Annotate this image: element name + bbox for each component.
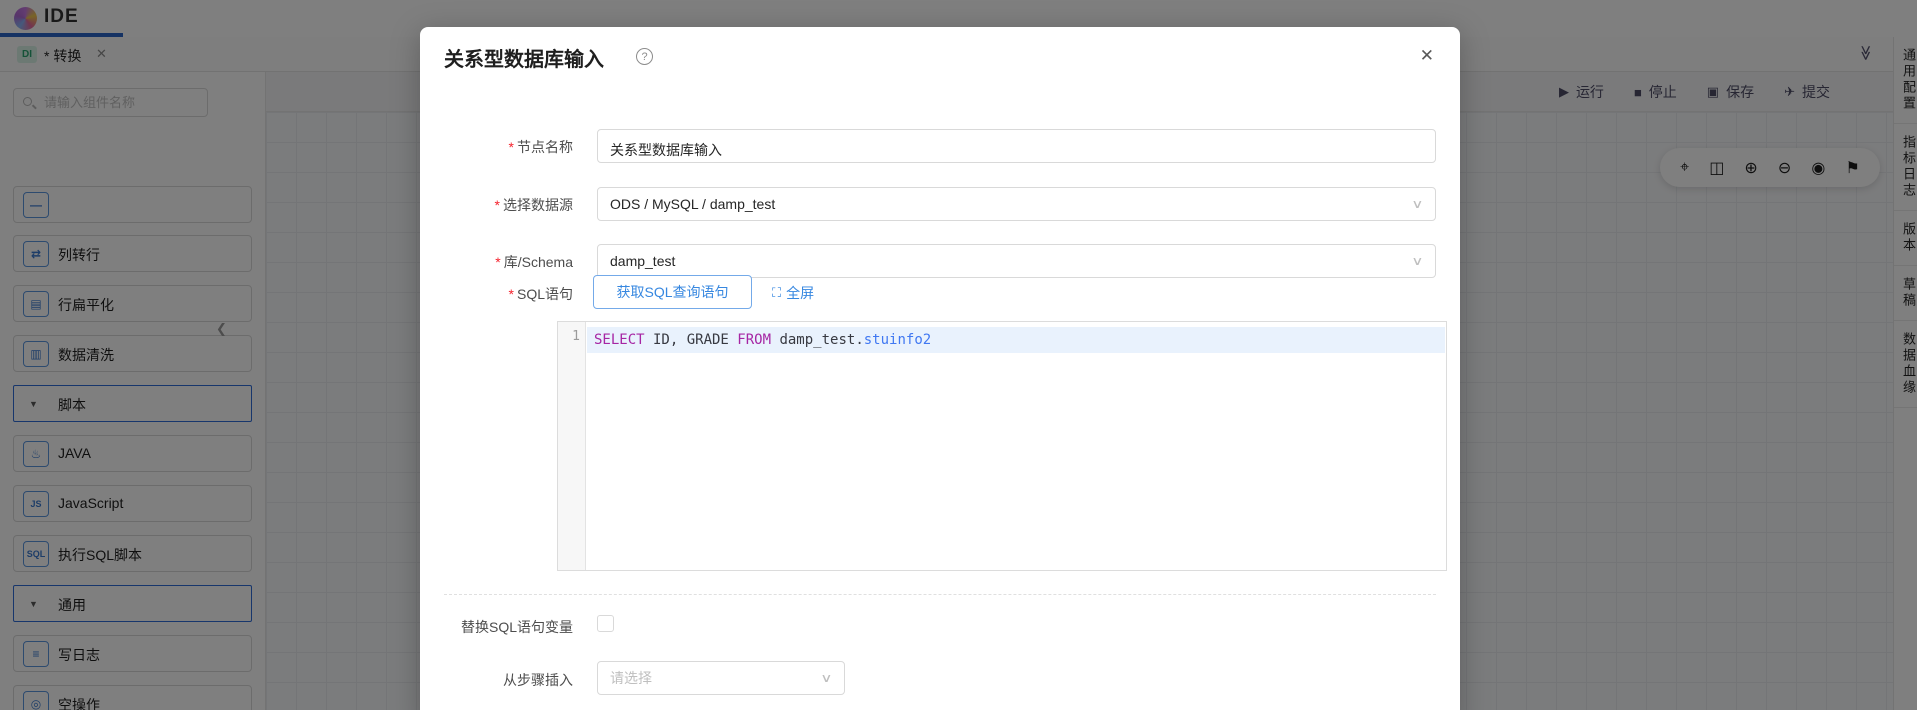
chevron-down-icon: ∨ <box>1411 197 1423 211</box>
fullscreen-link[interactable]: ⛶ 全屏 <box>772 283 814 303</box>
datasource-label: *选择数据源 <box>420 195 573 215</box>
close-icon[interactable]: ✕ <box>1420 46 1434 66</box>
node-name-label: *节点名称 <box>420 137 573 157</box>
replace-vars-checkbox[interactable] <box>597 615 614 632</box>
required-mark: * <box>495 197 500 213</box>
node-name-input[interactable] <box>597 129 1436 163</box>
editor-gutter: 1 <box>558 322 586 570</box>
schema-label: *库/Schema <box>420 252 573 272</box>
sql-code-line: SELECT ID, GRADE FROM damp_test.stuinfo2 <box>587 327 1445 353</box>
required-mark: * <box>509 139 514 155</box>
datasource-select[interactable]: ODS / MySQL / damp_test ∨ <box>597 187 1436 221</box>
help-icon[interactable]: ? <box>636 48 653 65</box>
chevron-down-icon: ∨ <box>820 671 832 685</box>
replace-vars-label: 替换SQL语句变量 <box>420 617 573 637</box>
sql-code-editor[interactable]: 1 SELECT ID, GRADE FROM damp_test.stuinf… <box>557 321 1447 571</box>
schema-select[interactable]: damp_test ∨ <box>597 244 1436 278</box>
section-divider <box>444 594 1436 595</box>
chevron-down-icon: ∨ <box>1411 254 1423 268</box>
fetch-sql-button[interactable]: 获取SQL查询语句 <box>593 275 752 309</box>
insert-step-select[interactable]: 请选择 ∨ <box>597 661 845 695</box>
fullscreen-icon: ⛶ <box>772 285 781 301</box>
required-mark: * <box>509 286 514 302</box>
relational-db-input-dialog: 关系型数据库输入 ? ✕ *节点名称 *选择数据源 ODS / MySQL / … <box>420 27 1460 710</box>
ide-window: IDE DI * 转换 ✕ ≫ — ⇄ 列转行 ▤ 行扁平化 ▥ 数据清洗 <box>0 0 1917 710</box>
line-number: 1 <box>558 329 580 344</box>
dialog-title: 关系型数据库输入 <box>444 43 604 72</box>
sql-label: *SQL语句 <box>420 284 573 304</box>
insert-step-label: 从步骤插入 <box>420 670 573 690</box>
required-mark: * <box>495 254 500 270</box>
